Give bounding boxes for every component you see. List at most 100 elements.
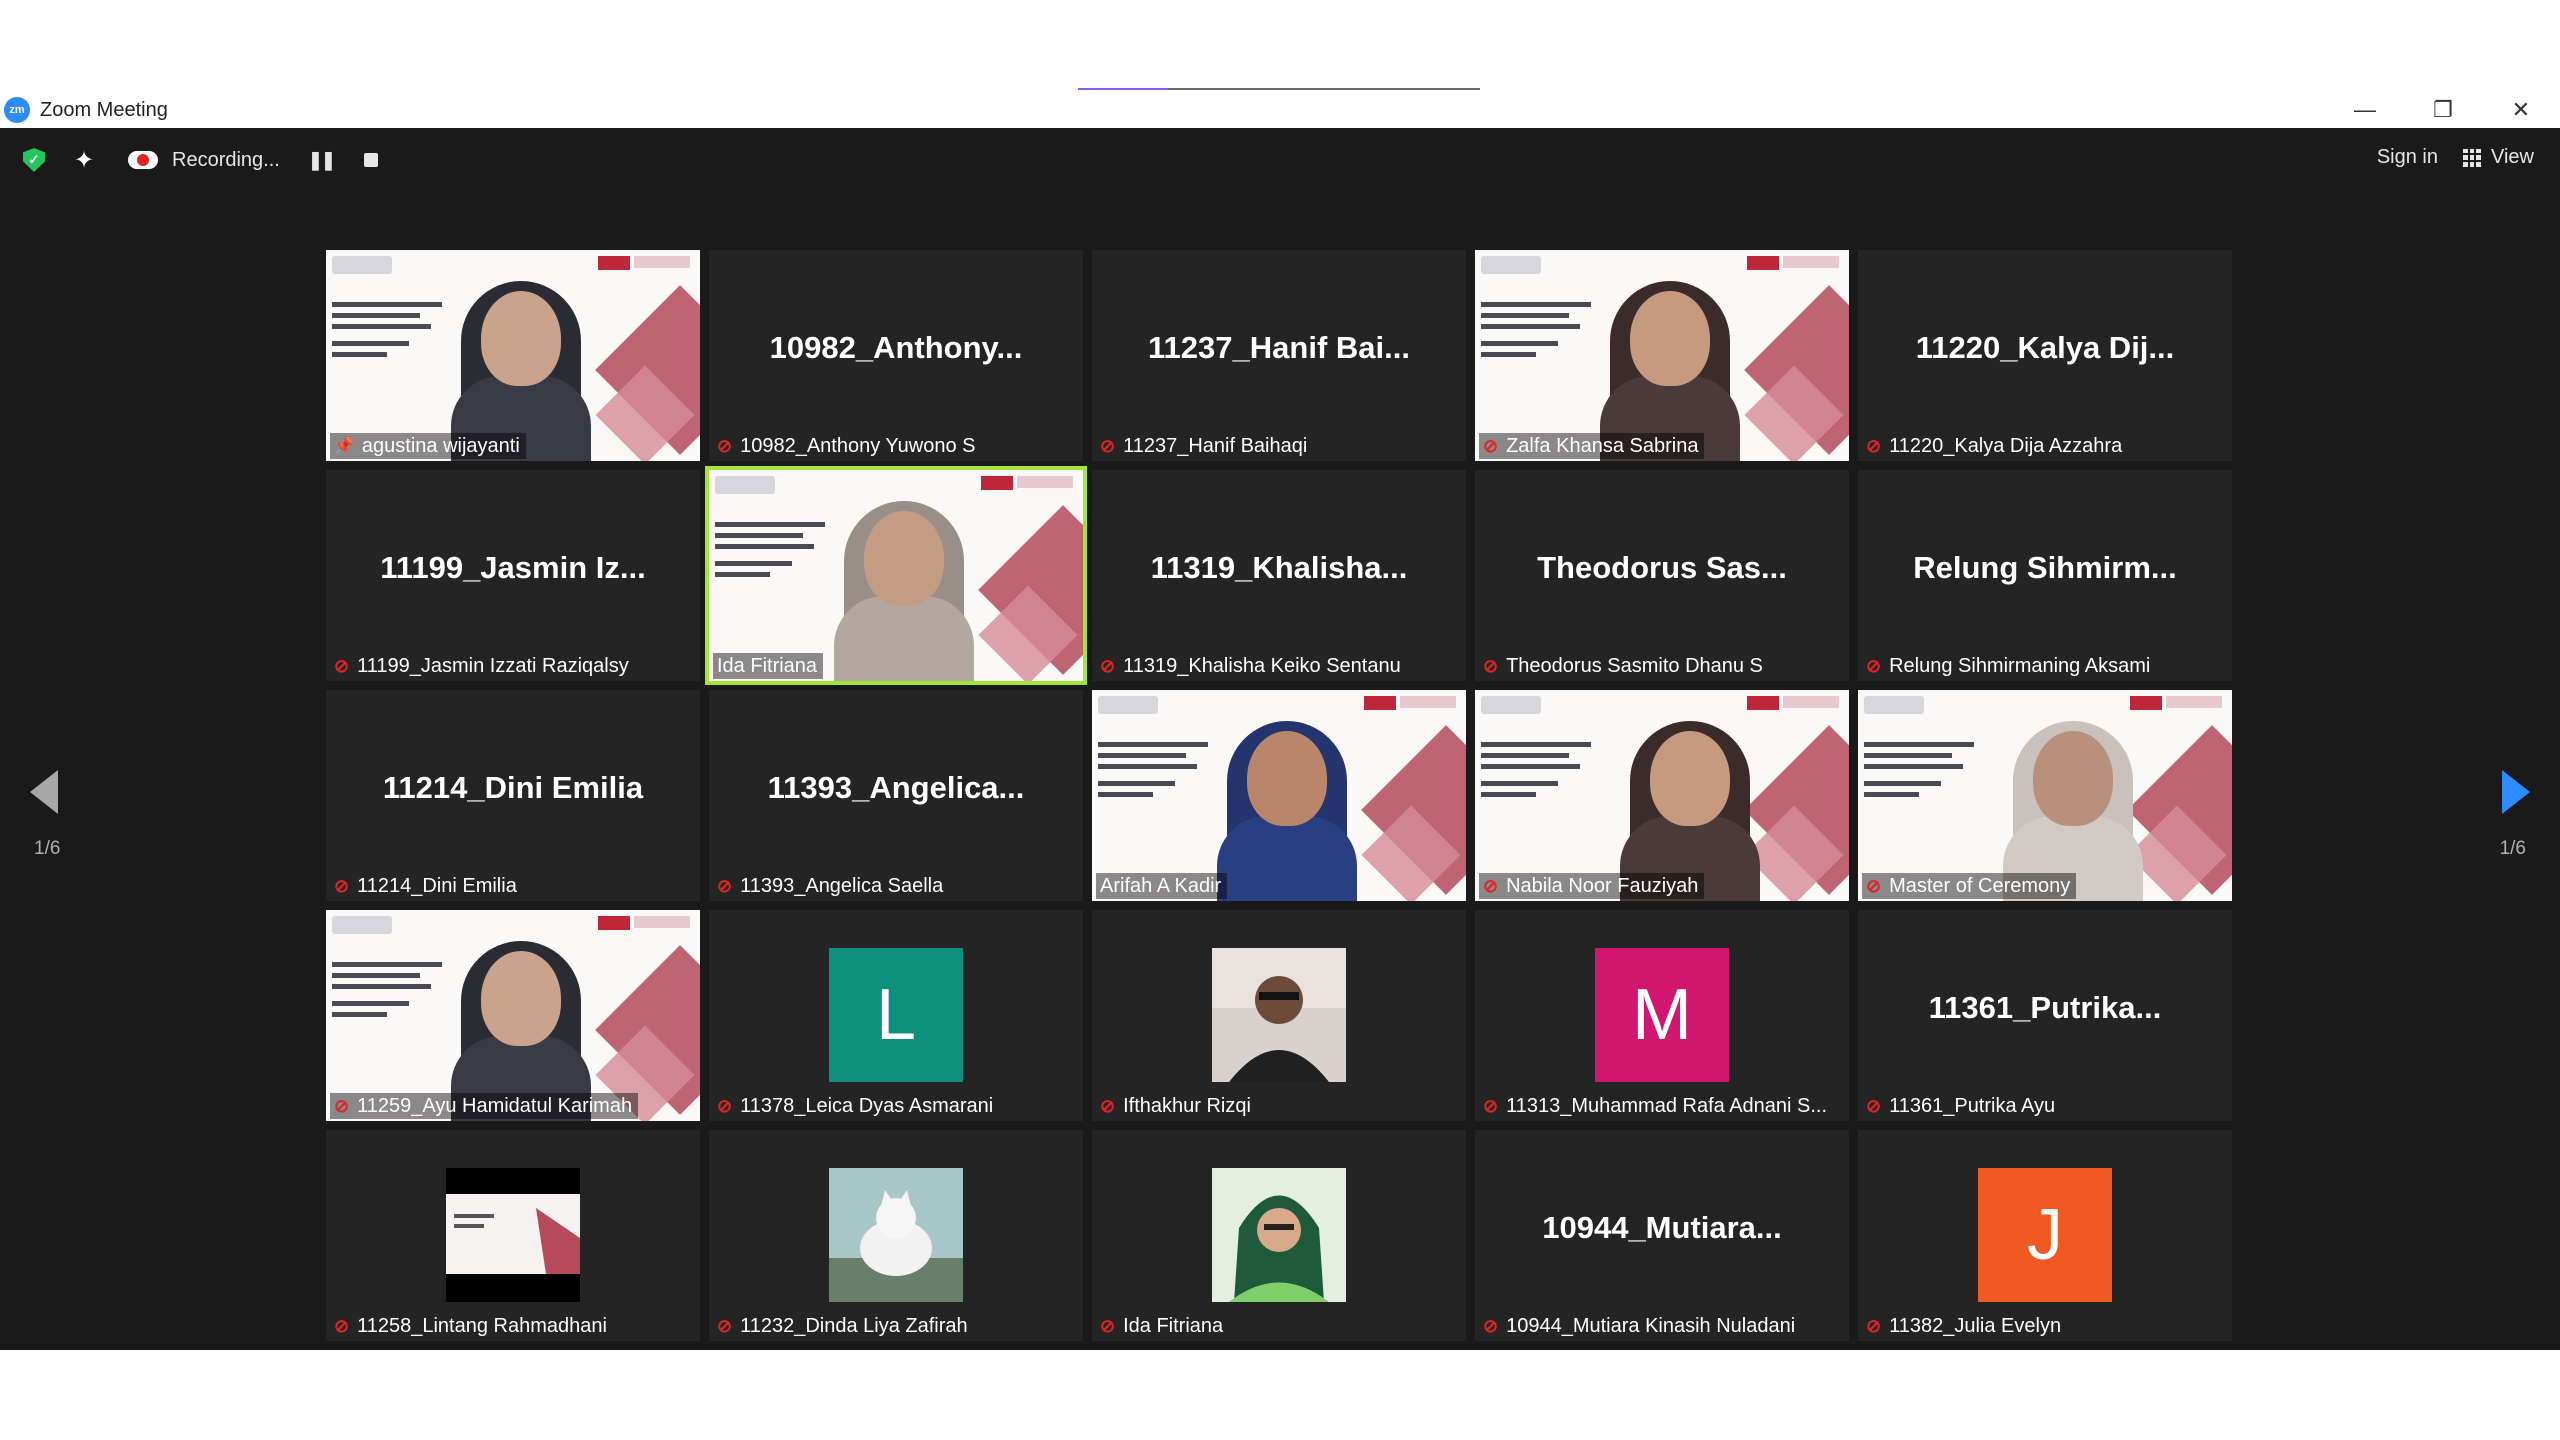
participant-display-name: 10982_Anthony... — [769, 330, 1023, 365]
participant-tile[interactable]: ⊘ 11232_Dinda Liya Zafirah — [709, 1130, 1083, 1341]
participant-tile[interactable]: J ⊘ 11382_Julia Evelyn — [1858, 1130, 2232, 1341]
sign-in-button[interactable]: Sign in — [2377, 146, 2438, 169]
participant-label: ⊘ 11361_Putrika Ayu — [1862, 1093, 2061, 1119]
participant-label: ⊘ 11382_Julia Evelyn — [1862, 1313, 2067, 1339]
participant-tile[interactable]: L ⊘ 11378_Leica Dyas Asmarani — [709, 910, 1083, 1121]
minimize-button[interactable]: — — [2326, 92, 2404, 128]
participant-name: Zalfa Khansa Sabrina — [1506, 434, 1699, 457]
participant-tile[interactable]: ⊘ 11258_Lintang Rahmadhani — [326, 1130, 700, 1341]
recording-indicator: Recording... ❚❚ — [128, 148, 379, 172]
next-page-arrow-icon[interactable] — [2502, 770, 2530, 814]
participant-display-name: 11319_Khalisha... — [1150, 550, 1408, 585]
participant-tile[interactable]: M ⊘ 11313_Muhammad Rafa Adnani S... — [1475, 910, 1849, 1121]
top-margin — [0, 0, 2560, 92]
top-divider-accent — [1078, 88, 1168, 90]
meeting-area: ✓ ✦ Recording... ❚❚ Sign in View 1/6 1/6… — [0, 128, 2560, 1350]
participant-label: ⊘ 11258_Lintang Rahmadhani — [330, 1313, 613, 1339]
participant-label: Ida Fitriana — [713, 653, 824, 679]
participant-tile[interactable]: 📌 agustina wijayanti — [326, 250, 700, 461]
muted-mic-icon: ⊘ — [1100, 1315, 1116, 1336]
muted-mic-icon: ⊘ — [717, 435, 733, 456]
muted-mic-icon: ⊘ — [1866, 435, 1882, 456]
participant-tile[interactable]: 11214_Dini Emilia ⊘ 11214_Dini Emilia — [326, 690, 700, 901]
gallery-grid: 📌 agustina wijayanti 10982_Anthony... ⊘ 1098… — [326, 250, 2233, 1341]
participant-tile[interactable]: 11237_Hanif Bai... ⊘ 11237_Hanif Baihaqi — [1092, 250, 1466, 461]
participant-name: Ifthakhur Rizqi — [1123, 1094, 1251, 1117]
close-button[interactable]: ✕ — [2482, 92, 2560, 128]
bottom-margin — [0, 1350, 2560, 1440]
muted-mic-icon: ⊘ — [1866, 875, 1882, 896]
participant-label: ⊘ Ida Fitriana — [1096, 1313, 1229, 1339]
participant-video — [326, 250, 700, 461]
participant-label: ⊘ 11220_Kalya Dija Azzahra — [1862, 433, 2128, 459]
participant-label: ⊘ 11259_Ayu Hamidatul Karimah — [330, 1093, 639, 1119]
participant-label: ⊘ 11313_Muhammad Rafa Adnani S... — [1479, 1093, 1833, 1119]
encryption-shield-icon[interactable]: ✓ — [18, 144, 50, 176]
participant-name: 11259_Ayu Hamidatul Karimah — [357, 1094, 633, 1117]
participant-tile[interactable]: 11319_Khalisha... ⊘ 11319_Khalisha Keiko S… — [1092, 470, 1466, 681]
participant-tile[interactable]: Relung Sihmirm... ⊘ Relung Sihmirmaning Ak… — [1858, 470, 2232, 681]
participant-tile[interactable]: 10982_Anthony... ⊘ 10982_Anthony Yuwono S — [709, 250, 1083, 461]
participant-tile[interactable]: Theodorus Sas... ⊘ Theodorus Sasmito Dhanu… — [1475, 470, 1849, 681]
previous-page-arrow-icon[interactable] — [30, 770, 58, 814]
stop-recording-icon[interactable] — [364, 153, 379, 167]
participant-profile-picture — [446, 1168, 580, 1302]
participant-label: 📌 agustina wijayanti — [330, 433, 526, 459]
participant-tile[interactable]: 11220_Kalya Dij... ⊘ 11220_Kalya Dija Azza… — [1858, 250, 2232, 461]
participant-tile[interactable]: 11199_Jasmin Iz... ⊘ 11199_Jasmin Izzati R… — [326, 470, 700, 681]
participant-name: 10944_Mutiara Kinasih Nuladani — [1506, 1314, 1796, 1337]
muted-mic-icon: ⊘ — [717, 1095, 733, 1116]
participant-name: 10982_Anthony Yuwono S — [740, 434, 976, 457]
muted-mic-icon: ⊘ — [1483, 655, 1499, 676]
participant-tile[interactable]: ⊘ 11259_Ayu Hamidatul Karimah — [326, 910, 700, 1121]
participant-tile[interactable]: Arifah A Kadir — [1092, 690, 1466, 901]
muted-mic-icon: ⊘ — [334, 1095, 350, 1116]
sparkle-icon[interactable]: ✦ — [68, 144, 100, 176]
view-button[interactable]: View — [2463, 146, 2534, 169]
participant-tile[interactable]: ⊘ Zalfa Khansa Sabrina — [1475, 250, 1849, 461]
participant-label: ⊘ Nabila Noor Fauziyah — [1479, 873, 1705, 899]
muted-mic-icon: ⊘ — [1483, 1095, 1499, 1116]
participant-label: ⊘ 10982_Anthony Yuwono S — [713, 433, 981, 459]
participant-video — [326, 910, 700, 1121]
participant-display-name: 11199_Jasmin Iz... — [380, 550, 646, 585]
participant-tile[interactable]: ⊘ Ifthakhur Rizqi — [1092, 910, 1466, 1121]
muted-mic-icon: ⊘ — [1483, 435, 1499, 456]
participant-display-name: 11214_Dini Emilia — [382, 770, 644, 805]
muted-mic-icon: ⊘ — [1866, 1315, 1882, 1336]
participant-tile[interactable]: 11361_Putrika... ⊘ 11361_Putrika Ayu — [1858, 910, 2232, 1121]
muted-mic-icon: ⊘ — [1100, 655, 1116, 676]
participant-tile[interactable]: ⊘ Master of Ceremony — [1858, 690, 2232, 901]
participant-tile[interactable]: 11393_Angelica... ⊘ 11393_Angelica Saella — [709, 690, 1083, 901]
muted-mic-icon: ⊘ — [717, 1315, 733, 1336]
participant-label: ⊘ 10944_Mutiara Kinasih Nuladani — [1479, 1313, 1801, 1339]
participant-label: ⊘ 11199_Jasmin Izzati Raziqalsy — [330, 653, 635, 679]
muted-mic-icon: ⊘ — [334, 655, 350, 676]
participant-label: ⊘ Master of Ceremony — [1862, 873, 2077, 899]
participant-name: 11319_Khalisha Keiko Sentanu — [1123, 654, 1401, 677]
participant-tile[interactable]: Ida Fitriana — [705, 466, 1087, 685]
muted-mic-icon: ⊘ — [1483, 1315, 1499, 1336]
participant-display-name: 11393_Angelica... — [767, 770, 1025, 805]
participant-label: ⊘ Ifthakhur Rizqi — [1096, 1093, 1257, 1119]
participant-tile[interactable]: ⊘ Nabila Noor Fauziyah — [1475, 690, 1849, 901]
window-controls: — ❐ ✕ — [2326, 92, 2560, 128]
participant-name: 11214_Dini Emilia — [357, 874, 517, 897]
participant-display-name: 10944_Mutiara... — [1542, 1210, 1782, 1245]
restore-button[interactable]: ❐ — [2404, 92, 2482, 128]
participant-label: ⊘ 11214_Dini Emilia — [330, 873, 523, 899]
recording-label: Recording... — [172, 148, 280, 171]
participant-video — [709, 470, 1083, 681]
muted-mic-icon: ⊘ — [1866, 655, 1882, 676]
participant-display-name: 11220_Kalya Dij... — [1915, 330, 2175, 365]
participant-label: ⊘ 11232_Dinda Liya Zafirah — [713, 1313, 974, 1339]
pause-recording-icon[interactable]: ❚❚ — [308, 150, 336, 171]
participant-tile[interactable]: ⊘ Ida Fitriana — [1092, 1130, 1466, 1341]
participant-label: ⊘ Relung Sihmirmaning Aksami — [1862, 653, 2156, 679]
participant-tile[interactable]: 10944_Mutiara... ⊘ 10944_Mutiara Kinasih N… — [1475, 1130, 1849, 1341]
participant-video — [1475, 250, 1849, 461]
participant-name: 11382_Julia Evelyn — [1889, 1314, 2062, 1337]
muted-mic-icon: ⊘ — [334, 1315, 350, 1336]
participant-profile-picture — [1212, 1168, 1346, 1302]
participant-name: 11220_Kalya Dija Azzahra — [1889, 434, 2123, 457]
